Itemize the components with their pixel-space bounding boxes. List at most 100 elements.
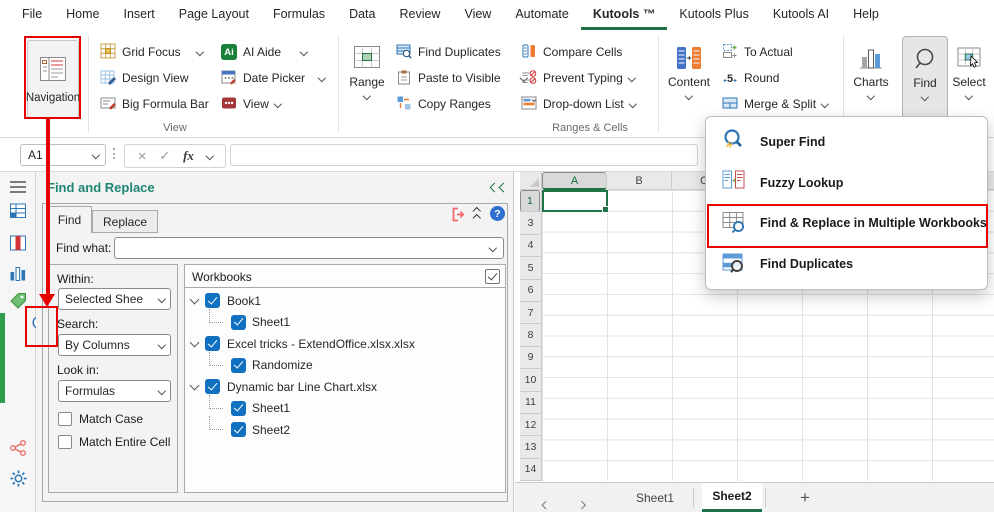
prevent-typing-button[interactable]: Prevent Typing — [521, 68, 636, 88]
checked-checkbox[interactable] — [231, 422, 246, 438]
collapse-dialog-icon[interactable] — [472, 206, 481, 222]
menu-item-super-find[interactable]: Super Find — [706, 122, 987, 162]
select-all-corner[interactable] — [520, 172, 542, 190]
checked-checkbox[interactable] — [205, 336, 220, 352]
row-header[interactable]: 5 — [520, 257, 541, 280]
charts-button[interactable]: Charts — [848, 36, 894, 118]
round-button[interactable]: 5 Round — [722, 68, 828, 88]
row-header[interactable]: 1 — [520, 190, 540, 212]
column-header-a[interactable]: A — [542, 172, 607, 190]
menu-kutools-plus[interactable]: Kutools Plus — [667, 0, 760, 30]
menu-home[interactable]: Home — [54, 0, 111, 30]
chevron-down-icon[interactable] — [867, 91, 875, 100]
enter-icon[interactable]: ✓ — [159, 148, 170, 164]
pane-chart-icon[interactable] — [8, 263, 28, 283]
row-header[interactable]: 3 — [520, 212, 541, 235]
search-select[interactable]: By Columns — [58, 334, 171, 356]
tree-item-sheet[interactable]: Randomize — [186, 351, 504, 377]
chevron-down-icon[interactable] — [363, 91, 371, 100]
row-header[interactable]: 13 — [520, 436, 541, 459]
tree-item-sheet[interactable]: Sheet1 — [186, 308, 504, 334]
row-header[interactable]: 9 — [520, 347, 541, 370]
row-header[interactable]: 12 — [520, 414, 541, 437]
pane-column-icon[interactable] — [8, 233, 28, 253]
design-view-button[interactable]: Design View — [100, 68, 209, 88]
checked-checkbox[interactable] — [231, 314, 246, 330]
chevron-down-icon[interactable] — [273, 100, 282, 108]
to-actual-button[interactable]: To Actual — [722, 42, 828, 62]
row-header[interactable]: 4 — [520, 235, 541, 258]
menu-help[interactable]: Help — [841, 0, 891, 30]
content-button[interactable]: Content — [666, 36, 712, 118]
chevron-down-icon[interactable] — [195, 48, 204, 56]
formula-bar-grip[interactable] — [113, 148, 115, 159]
chevron-expand-icon[interactable] — [189, 337, 200, 348]
menu-review[interactable]: Review — [387, 0, 452, 30]
formula-input[interactable] — [230, 144, 698, 166]
workbooks-select-all-checkbox[interactable] — [485, 269, 500, 284]
row-header[interactable]: 11 — [520, 392, 541, 414]
menu-insert[interactable]: Insert — [112, 0, 167, 30]
column-header-b[interactable]: B — [607, 172, 672, 190]
tree-item-sheet[interactable]: Sheet1 — [186, 394, 504, 420]
chevron-down-icon[interactable] — [820, 100, 829, 108]
checked-checkbox[interactable] — [205, 293, 220, 309]
name-box[interactable]: A1 — [20, 144, 106, 166]
chevron-down-icon[interactable] — [965, 91, 973, 100]
menu-kutools-ai[interactable]: Kutools AI — [761, 0, 841, 30]
selected-cell-a1[interactable] — [542, 190, 609, 213]
chevron-down-icon[interactable] — [921, 92, 929, 101]
grid-focus-button[interactable]: Grid Focus — [100, 42, 209, 62]
chevron-down-icon[interactable] — [628, 100, 637, 108]
export-results-icon[interactable] — [451, 207, 467, 227]
collapse-pane-icon[interactable] — [489, 182, 509, 193]
tree-item-workbook[interactable]: Dynamic bar Line Chart.xlsx — [186, 376, 504, 398]
merge-split-button[interactable]: Merge & Split — [722, 94, 829, 114]
row-header[interactable]: 8 — [520, 324, 541, 347]
tree-item-workbook[interactable]: Book1 — [186, 290, 504, 312]
insert-function-icon[interactable]: fx — [183, 148, 194, 164]
sheet-tab-sheet1[interactable]: Sheet1 — [620, 483, 690, 512]
pane-worksheet-icon[interactable] — [8, 201, 28, 221]
big-formula-bar-button[interactable]: Big Formula Bar — [100, 94, 209, 114]
find-duplicates-button[interactable]: Find Duplicates — [396, 42, 526, 62]
menu-file[interactable]: File — [10, 0, 54, 30]
match-entire-cell-checkbox[interactable] — [58, 435, 72, 449]
menu-item-find-duplicates[interactable]: Find Duplicates — [706, 244, 987, 284]
range-button[interactable]: Range — [344, 36, 390, 118]
tab-replace[interactable]: Replace — [92, 210, 158, 233]
chevron-down-icon[interactable] — [627, 74, 636, 82]
find-button[interactable]: Find — [902, 36, 948, 118]
paste-to-visible-button[interactable]: Paste to Visible — [396, 68, 528, 88]
checked-checkbox[interactable] — [231, 400, 246, 416]
pane-menu-icon[interactable] — [8, 177, 28, 197]
match-case-checkbox[interactable] — [58, 412, 72, 426]
row-header[interactable]: 6 — [520, 280, 541, 302]
row-header[interactable]: 14 — [520, 459, 541, 482]
pane-share-icon[interactable] — [8, 438, 28, 458]
tree-item-sheet[interactable]: Sheet2 — [186, 416, 504, 441]
checked-checkbox[interactable] — [205, 379, 220, 395]
chevron-down-icon[interactable] — [91, 151, 100, 159]
copy-ranges-button[interactable]: Copy Ranges — [396, 94, 526, 114]
tab-find[interactable]: Find — [47, 206, 92, 233]
look-in-select[interactable]: Formulas — [58, 380, 171, 402]
menu-kutools[interactable]: Kutools ™ — [580, 0, 668, 30]
select-button[interactable]: Select — [946, 36, 992, 118]
chevron-down-icon[interactable] — [685, 91, 693, 100]
row-header[interactable]: 7 — [520, 302, 541, 325]
ai-aide-button[interactable]: Ai AI Aide — [221, 42, 325, 62]
menu-page-layout[interactable]: Page Layout — [167, 0, 261, 30]
within-select[interactable]: Selected Shee — [58, 288, 171, 310]
chevron-down-icon[interactable] — [317, 74, 326, 82]
pane-settings-icon[interactable] — [8, 468, 28, 488]
menu-data[interactable]: Data — [337, 0, 387, 30]
find-what-input[interactable] — [114, 237, 504, 259]
compare-cells-button[interactable]: Compare Cells — [521, 42, 635, 62]
chevron-down-icon[interactable] — [488, 244, 497, 252]
chevron-expand-icon[interactable] — [189, 294, 200, 305]
help-icon[interactable]: ? — [490, 206, 505, 221]
cancel-icon[interactable]: × — [138, 148, 147, 165]
menu-automate[interactable]: Automate — [503, 0, 581, 30]
checked-checkbox[interactable] — [231, 357, 246, 373]
